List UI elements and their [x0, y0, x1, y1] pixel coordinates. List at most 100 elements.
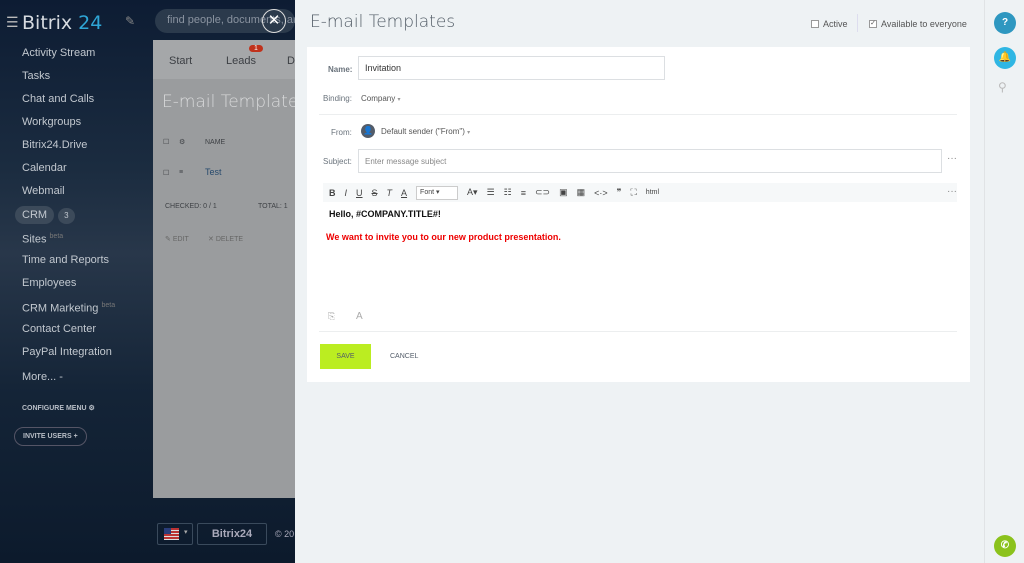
- tab-start[interactable]: Start: [169, 55, 192, 67]
- italic-icon[interactable]: I: [345, 188, 348, 198]
- underline-icon[interactable]: U: [356, 188, 363, 198]
- right-toolbar: ? 🔔 ⚲ ✆: [984, 0, 1024, 563]
- table-icon[interactable]: ▦: [577, 187, 586, 198]
- sidebar-item-drive[interactable]: Bitrix24.Drive: [22, 137, 115, 160]
- language-selector[interactable]: ▾: [157, 523, 193, 545]
- sidebar-item-crm-marketing[interactable]: CRM Marketing beta: [22, 298, 115, 321]
- invite-users-button[interactable]: INVITE USERS +: [14, 427, 87, 446]
- code-icon[interactable]: <·>: [594, 188, 608, 198]
- sidebar-item-more[interactable]: More... -: [22, 369, 115, 392]
- checkbox[interactable]: ☐: [163, 169, 169, 177]
- name-input[interactable]: Invitation: [358, 56, 665, 80]
- sidebar-item-paypal[interactable]: PayPal Integration: [22, 344, 115, 367]
- divider: [857, 14, 858, 32]
- leads-badge: 1: [249, 45, 263, 52]
- sidebar-item-time[interactable]: Time and Reports: [22, 252, 115, 275]
- sidebar-item-webmail[interactable]: Webmail: [22, 183, 115, 206]
- delete-button[interactable]: ✕ DELETE: [208, 235, 243, 243]
- edit-button[interactable]: ✎ EDIT: [165, 235, 189, 243]
- close-slider-button[interactable]: ✕: [262, 9, 286, 33]
- sidebar-item-activity-stream[interactable]: Activity Stream: [22, 45, 115, 68]
- attachment-icon[interactable]: ⎘: [328, 311, 335, 322]
- menu-icon[interactable]: ☰: [6, 14, 19, 31]
- quote-icon[interactable]: ❞: [617, 187, 622, 198]
- total-count: TOTAL: 1: [258, 203, 288, 210]
- email-template-slider: E-mail Templates Active ✓ Available to ev…: [295, 0, 984, 563]
- beta-tag: beta: [101, 302, 116, 309]
- sidebar-item-contact-center[interactable]: Contact Center: [22, 321, 115, 344]
- binding-label: Binding:: [323, 94, 352, 103]
- sidebar-item-crm[interactable]: CRM 3: [15, 206, 115, 229]
- from-label: From:: [331, 128, 352, 137]
- cancel-button[interactable]: CANCEL: [390, 353, 418, 360]
- fullscreen-icon[interactable]: ⛶: [630, 187, 636, 198]
- body-line-2[interactable]: We want to invite you to our new product…: [326, 232, 561, 242]
- image-icon[interactable]: ▣: [559, 187, 568, 198]
- divider: [319, 331, 957, 332]
- sidebar-item-sites[interactable]: Sites beta: [22, 229, 115, 252]
- us-flag-icon: [164, 528, 179, 540]
- available-checkbox[interactable]: ✓ Available to everyone: [869, 19, 967, 29]
- checkmark-icon: ✓: [869, 20, 877, 28]
- row-link[interactable]: Test: [205, 167, 222, 177]
- sites-label: Sites: [22, 233, 47, 246]
- subject-label: Subject:: [323, 157, 352, 166]
- bold-icon[interactable]: B: [329, 188, 336, 198]
- configure-label: CONFIGURE MENU: [22, 405, 87, 412]
- search-icon[interactable]: ⚲: [998, 80, 1007, 94]
- active-checkbox[interactable]: Active: [811, 19, 848, 29]
- bell-icon[interactable]: 🔔: [994, 47, 1016, 69]
- tab-leads[interactable]: Leads: [226, 55, 256, 67]
- help-icon[interactable]: ?: [994, 12, 1016, 34]
- template-form: Name: Invitation Binding: Company ▾ From…: [307, 47, 970, 382]
- more-icon[interactable]: ···: [947, 153, 957, 164]
- text-format-icon[interactable]: A: [356, 311, 363, 322]
- sidebar-item-employees[interactable]: Employees: [22, 275, 115, 298]
- crm-label: CRM: [15, 206, 55, 224]
- sidebar-nav: Activity Stream Tasks Chat and Calls Wor…: [15, 45, 115, 392]
- sidebar-item-tasks[interactable]: Tasks: [22, 68, 115, 91]
- font-select[interactable]: Font ▾: [416, 185, 459, 200]
- subject-input[interactable]: Enter message subject: [358, 149, 942, 173]
- logo-number: 24: [78, 12, 103, 34]
- gear-icon: ⚙: [88, 405, 95, 412]
- available-label: Available to everyone: [881, 19, 967, 29]
- menu-icon[interactable]: ≡: [179, 169, 183, 176]
- name-label: Name:: [328, 65, 353, 74]
- from-select[interactable]: Default sender ("From") ▾: [381, 127, 470, 136]
- bullet-list-icon[interactable]: ☷: [504, 187, 512, 198]
- chevron-down-icon: ▾: [467, 130, 471, 136]
- html-mode-button[interactable]: html: [646, 189, 659, 196]
- phone-icon[interactable]: ✆: [994, 535, 1016, 557]
- font-color-icon[interactable]: A: [401, 188, 407, 198]
- save-button[interactable]: SAVE: [320, 344, 371, 369]
- crm-tabs: Start Leads D: [153, 40, 295, 79]
- logo-text: Bitrix: [22, 12, 73, 34]
- edit-label: EDIT: [172, 236, 189, 243]
- configure-menu[interactable]: CONFIGURE MENU ⚙: [22, 404, 95, 412]
- tab-more[interactable]: D: [287, 55, 295, 67]
- logo[interactable]: Bitrix 24: [22, 12, 102, 34]
- align-icon[interactable]: ≡: [521, 188, 526, 198]
- panel-title: E-mail Templates: [310, 12, 456, 32]
- strikethrough-icon[interactable]: S: [372, 188, 378, 198]
- user-avatar-icon: 👤: [361, 124, 375, 138]
- sidebar-item-chat[interactable]: Chat and Calls: [22, 91, 115, 114]
- font-size-icon[interactable]: A▾: [467, 187, 478, 198]
- checkbox[interactable]: ☐: [163, 138, 169, 146]
- beta-tag: beta: [49, 233, 64, 240]
- column-name[interactable]: NAME: [205, 139, 225, 146]
- remove-format-icon[interactable]: T: [387, 188, 393, 198]
- link-icon[interactable]: ⊂⊃: [535, 187, 550, 198]
- bitrix24-brand-button[interactable]: Bitrix24: [197, 523, 267, 545]
- body-line-1[interactable]: Hello, #COMPANY.TITLE#!: [329, 209, 441, 219]
- pencil-icon[interactable]: ✎: [125, 14, 135, 28]
- font-select-value: Font: [420, 188, 435, 196]
- sidebar-item-calendar[interactable]: Calendar: [22, 160, 115, 183]
- gear-icon[interactable]: ⚙: [179, 138, 185, 146]
- binding-select[interactable]: Company ▾: [361, 94, 401, 103]
- ordered-list-icon[interactable]: ☰: [487, 187, 495, 198]
- from-value: Default sender ("From"): [381, 127, 465, 136]
- sidebar-item-workgroups[interactable]: Workgroups: [22, 114, 115, 137]
- more-icon[interactable]: ···: [947, 186, 957, 197]
